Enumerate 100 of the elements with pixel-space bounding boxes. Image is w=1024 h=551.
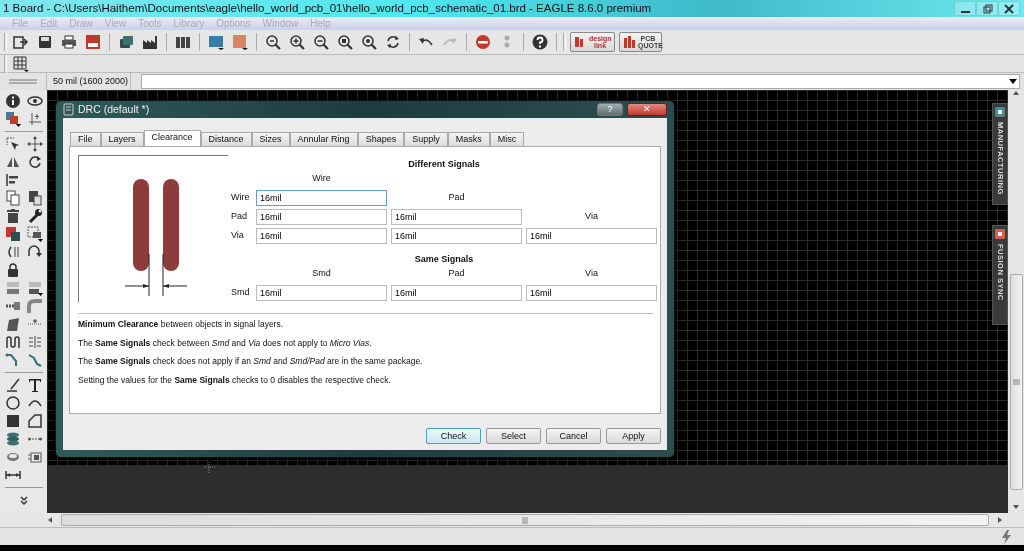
close-button[interactable] [998, 1, 1020, 16]
help-text: Minimum Clearance between objects in signal layers. [78, 318, 285, 331]
move-icon[interactable] [26, 136, 43, 152]
open-icon[interactable] [13, 34, 29, 50]
dialog-tab[interactable]: Shapes [357, 132, 405, 146]
zoom-out-icon[interactable] [313, 34, 329, 50]
ripup-icon[interactable] [4, 316, 21, 332]
text-tool-icon[interactable] [26, 377, 43, 393]
scroll-down-icon[interactable] [1012, 502, 1020, 510]
grip-lines-icon [522, 516, 528, 524]
name-icon[interactable] [26, 280, 43, 296]
smash-icon[interactable] [4, 280, 21, 296]
zoom-menu-icon[interactable] [361, 34, 377, 50]
input-field[interactable]: 16mil [256, 285, 387, 301]
chart-icon [623, 34, 636, 50]
display-icon[interactable] [208, 34, 224, 50]
trash-icon[interactable] [4, 208, 21, 224]
input-field[interactable]: 16mil [391, 228, 522, 244]
crosshair-icon [204, 462, 215, 473]
eye-icon[interactable] [26, 93, 43, 109]
dialog-tab[interactable]: Misc [489, 132, 525, 146]
help-text: The Same Signals check does not apply if an Smd and Smd/Pad are in the same package. [78, 355, 424, 368]
dialog-title: DRC (default *) [78, 101, 151, 117]
dialog-tab[interactable]: Clearance [143, 130, 201, 146]
close-button[interactable]: ✕ [627, 103, 667, 116]
meander-icon[interactable] [4, 334, 21, 350]
attribute-icon[interactable] [26, 449, 43, 465]
rotate-icon[interactable] [26, 154, 43, 170]
group-icon[interactable] [26, 226, 43, 242]
bars-icon[interactable] [175, 34, 191, 50]
input-field[interactable]: 16mil [526, 228, 657, 244]
column-label: Pad [447, 267, 466, 281]
field-label: Via [231, 229, 245, 243]
dropdown-arrow-icon[interactable] [1009, 79, 1017, 84]
align-icon[interactable] [4, 172, 21, 188]
layers-icon[interactable] [118, 34, 134, 50]
field-label: Wire [231, 191, 251, 205]
polygon-icon[interactable] [26, 413, 43, 429]
wrench-icon[interactable] [26, 208, 43, 224]
save-icon[interactable] [37, 34, 53, 50]
column-label: Pad [447, 191, 466, 205]
input-field[interactable]: 16mil [391, 209, 522, 225]
dialog-tab[interactable]: Layers [100, 132, 144, 146]
dialog-tab[interactable]: Distance [200, 132, 252, 146]
scroll-right-icon[interactable] [995, 516, 1003, 524]
column-label: Via [584, 210, 599, 224]
dialog-button[interactable]: Select [486, 428, 541, 444]
zoom-in-icon[interactable] [289, 34, 305, 50]
column-label: Smd [311, 267, 332, 281]
paste-icon[interactable] [26, 190, 43, 206]
info-icon[interactable] [4, 93, 21, 109]
zoom-select-icon[interactable] [337, 34, 353, 50]
color-icon[interactable] [232, 34, 248, 50]
factory-icon[interactable] [142, 34, 158, 50]
scroll-left-icon[interactable] [47, 516, 55, 524]
rectangle-icon[interactable] [4, 413, 21, 429]
field-label: Smd [231, 286, 251, 300]
zoom-fit-icon[interactable] [265, 34, 281, 50]
stop-icon[interactable] [475, 34, 491, 50]
minimize-icon [960, 10, 970, 13]
copy-icon[interactable] [4, 190, 21, 206]
dialog-tab[interactable]: Supply [404, 132, 448, 146]
lightning-icon[interactable] [1000, 529, 1012, 544]
close-icon [1001, 2, 1017, 15]
input-field[interactable]: 16mil [256, 209, 387, 225]
change-icon[interactable] [4, 226, 21, 242]
print-icon[interactable] [61, 34, 77, 50]
select-icon[interactable] [4, 136, 21, 152]
grid-icon[interactable] [13, 55, 29, 72]
dialog-tab[interactable]: Sizes [251, 132, 290, 146]
column-label: Via [584, 267, 599, 281]
help-text: Setting the values for the Same Signals checks to 0 disables the respective check. [78, 373, 392, 386]
factory-badge-icon [995, 107, 1005, 117]
column-label: Wire [311, 172, 332, 186]
dialog-tab[interactable]: Annular Ring [289, 132, 358, 146]
dialog-tab[interactable]: Masks [447, 132, 490, 146]
input-field[interactable]: 16mil [256, 190, 387, 206]
input-field[interactable]: 16mil [391, 285, 522, 301]
minimize-button[interactable] [954, 1, 976, 16]
via-icon[interactable] [4, 431, 21, 447]
dialog-button[interactable]: Apply [606, 428, 661, 444]
input-field[interactable]: 16mil [256, 228, 387, 244]
document-icon [63, 103, 74, 116]
dialog-button[interactable]: Cancel [546, 428, 601, 444]
circle-icon[interactable] [4, 395, 21, 411]
restore-button[interactable] [976, 1, 998, 16]
trace-icon[interactable] [26, 352, 43, 368]
input-field[interactable]: 16mil [526, 285, 657, 301]
grip-lines-icon [1012, 379, 1020, 385]
axis-icon[interactable] [26, 111, 43, 127]
help-icon[interactable] [532, 34, 548, 50]
layer-color-icon[interactable] [4, 111, 21, 127]
script-icon[interactable] [85, 34, 101, 50]
panel-grip-icon[interactable] [8, 78, 38, 85]
redraw-icon[interactable] [385, 34, 401, 50]
dialog-button[interactable]: Check [426, 428, 481, 444]
field-label: Pad [231, 210, 248, 224]
line-icon[interactable] [4, 377, 21, 393]
dialog-tab[interactable]: File [70, 132, 101, 146]
section-heading: Same Signals [413, 253, 475, 266]
